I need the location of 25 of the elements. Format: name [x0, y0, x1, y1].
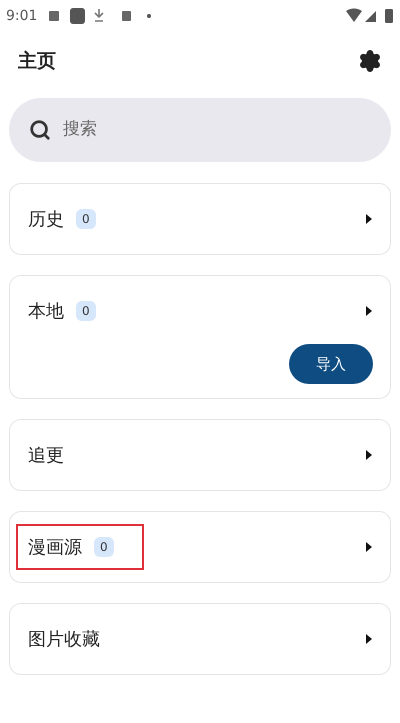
card-background[interactable]: 本地 0 导入 — [9, 275, 391, 399]
card-background[interactable]: 追更 — [9, 419, 391, 491]
caret-icon — [366, 306, 372, 316]
search-field[interactable]: 搜索 — [9, 98, 391, 162]
count-badge: 0 — [94, 537, 114, 557]
status-time: 9:01 — [6, 6, 38, 26]
settings-icon[interactable] — [358, 49, 382, 73]
card-title: 本地 — [28, 300, 64, 324]
card-background[interactable]: 漫画源 0 — [9, 511, 391, 583]
import-button[interactable]: 导入 — [289, 344, 373, 384]
caret-icon — [366, 634, 372, 644]
count-badge: 0 — [76, 209, 96, 229]
count-badge: 0 — [76, 301, 96, 321]
card-title: 图片收藏 — [28, 628, 100, 652]
card-title: 追更 — [28, 444, 64, 468]
card-background[interactable]: 历史 0 — [9, 183, 391, 255]
caret-icon — [366, 542, 372, 552]
card-title: 历史 — [28, 208, 64, 232]
card-title: 漫画源 — [28, 536, 82, 560]
card-background[interactable]: 图片收藏 — [9, 603, 391, 675]
page-title: 主页 — [18, 48, 56, 74]
caret-icon — [366, 214, 372, 224]
search-icon — [29, 119, 51, 141]
wifi-signal-battery-icon — [346, 8, 394, 24]
caret-icon — [366, 450, 372, 460]
